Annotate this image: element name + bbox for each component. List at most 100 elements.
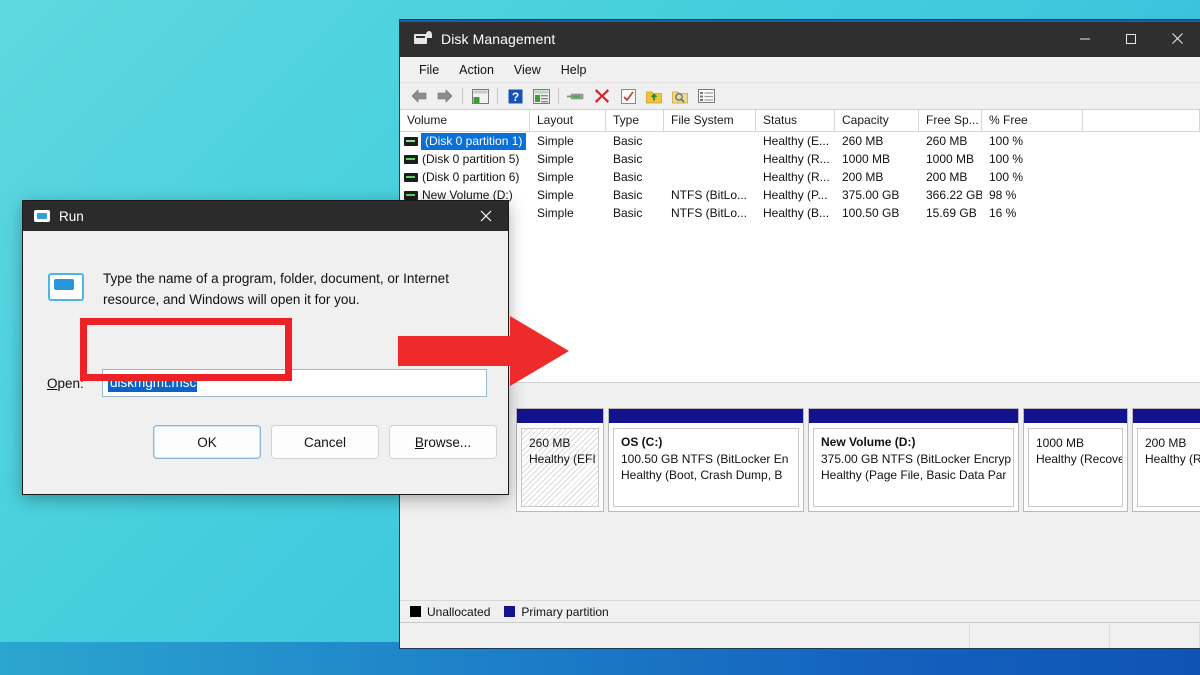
table-header-capacity[interactable]: Capacity: [835, 110, 919, 131]
table-header--free[interactable]: % Free: [982, 110, 1083, 131]
partition-line1: 375.00 GB NTFS (BitLocker Encryp: [821, 451, 1013, 467]
disk-management-titlebar[interactable]: Disk Management: [400, 20, 1200, 57]
run-dialog-titlebar[interactable]: Run: [23, 201, 508, 231]
cell-volume: New Volume (D:): [400, 188, 530, 202]
table-header-file-system[interactable]: File System: [664, 110, 756, 131]
partition-info: 200 MBHealthy (Rec: [1137, 428, 1200, 507]
cancel-button[interactable]: Cancel: [271, 425, 379, 459]
close-icon[interactable]: [463, 201, 508, 231]
delete-icon[interactable]: [591, 86, 613, 106]
back-icon[interactable]: [408, 86, 430, 106]
partition-block[interactable]: 1000 MBHealthy (Recover: [1023, 408, 1128, 512]
maximize-icon[interactable]: [1108, 20, 1154, 57]
cell-percent-free: 100 %: [982, 170, 1083, 184]
legend-item-unallocated: Unallocated: [410, 605, 490, 619]
ok-button[interactable]: OK: [153, 425, 261, 459]
cell-layout: Simple: [530, 206, 606, 220]
properties-icon[interactable]: [530, 86, 552, 106]
volume-table: VolumeLayoutTypeFile SystemStatusCapacit…: [400, 110, 1200, 383]
cell-layout: Simple: [530, 170, 606, 184]
cell-capacity: 1000 MB: [835, 152, 919, 166]
rescan-disks-icon[interactable]: [565, 86, 587, 106]
volume-label: New Volume (D:): [422, 188, 513, 202]
minimize-icon[interactable]: [1062, 20, 1108, 57]
table-row[interactable]: New Volume (D:)SimpleBasicNTFS (BitLo...…: [400, 186, 1200, 204]
table-header-status[interactable]: Status: [756, 110, 835, 131]
table-header-type[interactable]: Type: [606, 110, 664, 131]
status-bar-cell: [400, 623, 970, 648]
table-row[interactable]: (Disk 0 partition 1)SimpleBasicHealthy (…: [400, 132, 1200, 150]
status-bar-cell: [970, 623, 1111, 648]
toolbar-separator: [497, 88, 498, 104]
run-window-icon: [34, 210, 50, 222]
check-icon[interactable]: [617, 86, 639, 106]
forward-icon[interactable]: [434, 86, 456, 106]
menu-item-view[interactable]: View: [505, 60, 550, 80]
cell-type: Basic: [606, 152, 664, 166]
disk-management-window: Disk Management File Action View Help: [400, 20, 1200, 648]
table-header-free-sp[interactable]: Free Sp...: [919, 110, 982, 131]
export-list-icon[interactable]: [643, 86, 665, 106]
partition-line2: Healthy (Recover: [1036, 451, 1122, 467]
svg-text:?: ?: [511, 90, 518, 104]
table-header-blank[interactable]: [1083, 110, 1200, 131]
cell-free-space: 1000 MB: [919, 152, 982, 166]
run-dialog-title: Run: [59, 209, 84, 224]
run-description-row: Type the name of a program, folder, docu…: [23, 231, 508, 310]
run-open-row: Open: diskmgmt.msc: [47, 369, 487, 397]
cell-percent-free: 16 %: [982, 206, 1083, 220]
toolbar-separator: [462, 88, 463, 104]
table-row[interactable]: (Disk 0 partition 6) SimpleBasic Healthy (…: [400, 168, 1200, 186]
partition-type-bar: [517, 409, 603, 424]
run-open-input[interactable]: diskmgmt.msc: [102, 369, 487, 397]
detail-view-icon[interactable]: [695, 86, 717, 106]
partition-line1: 260 MB: [529, 435, 598, 451]
partition-info: 1000 MBHealthy (Recover: [1028, 428, 1123, 507]
cell-status: Healthy (R...: [756, 170, 835, 184]
volume-label: (Disk 0 partition 6): [422, 170, 519, 184]
table-row[interactable]: (Disk 0 partition 5)SimpleBasicHealthy (…: [400, 150, 1200, 168]
disk-graphical-view: 260 MBHealthy (EFIOS (C:)100.50 GB NTFS …: [400, 402, 1200, 622]
cell-capacity: 260 MB: [835, 134, 919, 148]
partition-block[interactable]: OS (C:)100.50 GB NTFS (BitLocker EnHealt…: [608, 408, 804, 512]
cell-free-space: 15.69 GB: [919, 206, 982, 220]
browse-button[interactable]: Browse...: [389, 425, 497, 459]
menu-item-help[interactable]: Help: [552, 60, 596, 80]
menu-item-action[interactable]: Action: [450, 60, 503, 80]
volume-icon: [404, 137, 418, 146]
table-header-layout[interactable]: Layout: [530, 110, 606, 131]
cell-type: Basic: [606, 188, 664, 202]
window-controls: [1062, 20, 1200, 57]
cell-status: Healthy (P...: [756, 188, 835, 202]
partition-block[interactable]: New Volume (D:)375.00 GB NTFS (BitLocker…: [808, 408, 1019, 512]
legend-swatch-unallocated: [410, 606, 421, 617]
cell-free-space: 366.22 GB: [919, 188, 982, 202]
partition-info: 260 MBHealthy (EFI: [521, 428, 599, 507]
cell-volume: (Disk 0 partition 6): [400, 170, 530, 184]
table-body: (Disk 0 partition 1)SimpleBasicHealthy (…: [400, 132, 1200, 222]
cell-type: Basic: [606, 134, 664, 148]
cell-type: Basic: [606, 206, 664, 220]
legend-label-primary-partition: Primary partition: [521, 605, 608, 619]
volume-label: (Disk 0 partition 5): [422, 152, 519, 166]
cell-status: Healthy (E...: [756, 134, 835, 148]
partition-type-bar: [1024, 409, 1127, 424]
close-icon[interactable]: [1154, 20, 1200, 57]
legend-swatch-primary-partition: [504, 606, 515, 617]
search-folder-icon[interactable]: [669, 86, 691, 106]
partition-block[interactable]: 200 MBHealthy (Rec: [1132, 408, 1200, 512]
volume-icon: [404, 155, 418, 164]
table-header-volume[interactable]: Volume: [400, 110, 530, 131]
table-header-row: VolumeLayoutTypeFile SystemStatusCapacit…: [400, 110, 1200, 132]
partition-line1: 1000 MB: [1036, 435, 1122, 451]
run-open-input-value: diskmgmt.msc: [108, 374, 197, 392]
toolbar: ?: [400, 83, 1200, 110]
menu-item-file[interactable]: File: [410, 60, 448, 80]
run-app-icon: [47, 268, 83, 304]
help-icon[interactable]: ?: [504, 86, 526, 106]
cell-status: Healthy (B...: [756, 206, 835, 220]
partition-block[interactable]: 260 MBHealthy (EFI: [516, 408, 604, 512]
table-row[interactable]: SimpleBasicNTFS (BitLo...Healthy (B...10…: [400, 204, 1200, 222]
cell-type: Basic: [606, 170, 664, 184]
show-hide-console-tree-icon[interactable]: [469, 86, 491, 106]
